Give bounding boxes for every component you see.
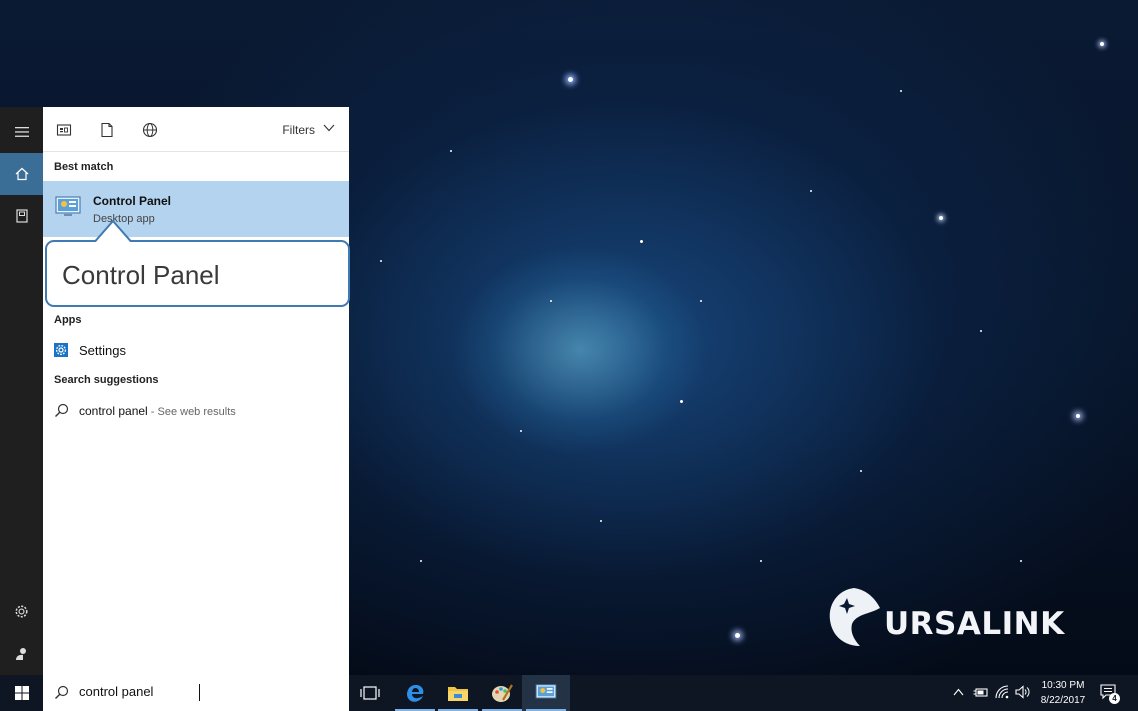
apps-filter-button[interactable] bbox=[56, 122, 72, 138]
settings-button[interactable] bbox=[0, 590, 43, 632]
filter-bar: Filters bbox=[43, 107, 349, 152]
chevron-up-icon[interactable] bbox=[953, 688, 964, 696]
callout-pointer bbox=[95, 219, 131, 243]
star bbox=[900, 90, 902, 92]
callout-annotation: Control Panel bbox=[45, 240, 350, 307]
taskbar-search-box[interactable]: control panel bbox=[43, 675, 349, 711]
web-suggestion-row[interactable]: control panel - See web results bbox=[43, 400, 349, 422]
documents-filter-icon bbox=[101, 122, 113, 138]
file-explorer-taskbar-button[interactable] bbox=[434, 675, 482, 711]
star bbox=[450, 150, 452, 152]
clock-time: 10:30 PM bbox=[1041, 680, 1085, 691]
star bbox=[1100, 42, 1104, 46]
star bbox=[860, 470, 862, 472]
start-button[interactable] bbox=[0, 675, 43, 711]
notification-count-badge: 4 bbox=[1109, 693, 1120, 704]
task-view-icon bbox=[360, 686, 380, 700]
ursalink-brand-text: URSALINK bbox=[884, 606, 1065, 642]
star bbox=[735, 633, 740, 638]
search-suggestions-heading: Search suggestions bbox=[54, 374, 159, 386]
start-menu-rail bbox=[0, 107, 43, 675]
user-icon bbox=[16, 648, 26, 660]
documents-filter-button[interactable] bbox=[99, 122, 115, 138]
star bbox=[380, 260, 382, 262]
suggestion-query: control panel bbox=[79, 404, 148, 418]
documents-button[interactable] bbox=[0, 195, 43, 237]
suggestion-hint: - See web results bbox=[147, 406, 236, 418]
filters-dropdown-label[interactable]: Filters bbox=[282, 123, 315, 137]
control-panel-icon bbox=[535, 684, 557, 699]
star bbox=[810, 190, 812, 192]
home-icon bbox=[15, 167, 28, 181]
app-result-label: Settings bbox=[79, 343, 126, 358]
star bbox=[550, 300, 552, 302]
star bbox=[420, 560, 422, 562]
file-explorer-icon bbox=[448, 687, 468, 701]
paint-taskbar-button[interactable] bbox=[478, 675, 526, 711]
best-match-heading: Best match bbox=[54, 161, 114, 173]
best-match-title: Control Panel bbox=[93, 194, 172, 208]
search-input[interactable]: control panel bbox=[79, 684, 153, 699]
star bbox=[640, 240, 643, 243]
search-results-panel: Filters Best match Control Panel Desktop… bbox=[43, 107, 350, 675]
web-filter-button[interactable] bbox=[142, 122, 158, 138]
action-center-button[interactable]: 4 bbox=[1100, 684, 1122, 704]
system-clock[interactable]: 10:30 PM 8/22/2017 bbox=[1035, 678, 1091, 708]
settings-app-icon bbox=[54, 343, 68, 357]
ursalink-logo: URSALINK bbox=[826, 584, 1088, 654]
user-button[interactable] bbox=[0, 633, 43, 675]
star bbox=[980, 330, 982, 332]
clock-date: 8/22/2017 bbox=[1040, 695, 1086, 706]
star bbox=[1076, 414, 1080, 418]
power-icon[interactable] bbox=[973, 685, 988, 699]
task-view-button[interactable] bbox=[346, 675, 394, 711]
windows-logo-icon bbox=[14, 686, 29, 700]
star bbox=[680, 400, 683, 403]
documents-icon bbox=[15, 209, 28, 223]
star bbox=[520, 430, 522, 432]
home-button[interactable] bbox=[0, 153, 43, 195]
edge-icon bbox=[407, 685, 424, 702]
edge-taskbar-button[interactable] bbox=[391, 675, 439, 711]
search-icon bbox=[55, 685, 69, 699]
search-icon bbox=[55, 403, 69, 417]
text-caret bbox=[199, 684, 200, 701]
star bbox=[1020, 560, 1022, 562]
callout-text: Control Panel bbox=[62, 260, 220, 290]
star bbox=[568, 77, 573, 82]
chevron-down-icon[interactable] bbox=[323, 124, 335, 132]
volume-icon[interactable] bbox=[1015, 685, 1030, 699]
hamburger-icon bbox=[14, 127, 29, 137]
control-panel-icon bbox=[55, 196, 81, 216]
suggestion-text: control panel - See web results bbox=[79, 404, 236, 418]
star bbox=[760, 560, 762, 562]
star bbox=[600, 520, 602, 522]
apps-filter-icon bbox=[56, 124, 72, 136]
ursalink-bear-mark-icon bbox=[829, 588, 880, 646]
star bbox=[700, 300, 702, 302]
best-match-result[interactable]: Control Panel Desktop app bbox=[43, 181, 349, 237]
star bbox=[939, 216, 943, 220]
settings-gear-icon bbox=[15, 605, 28, 617]
expand-menu-button[interactable] bbox=[0, 111, 43, 153]
taskbar: control panel 10:30 PM 8/22/2017 4 bbox=[0, 675, 1138, 711]
app-result-settings[interactable]: Settings bbox=[43, 339, 349, 361]
wifi-icon[interactable] bbox=[995, 685, 1009, 699]
paint-icon bbox=[492, 684, 513, 702]
control-panel-taskbar-button[interactable] bbox=[522, 675, 570, 711]
web-filter-icon bbox=[142, 122, 158, 138]
apps-heading: Apps bbox=[54, 314, 82, 326]
